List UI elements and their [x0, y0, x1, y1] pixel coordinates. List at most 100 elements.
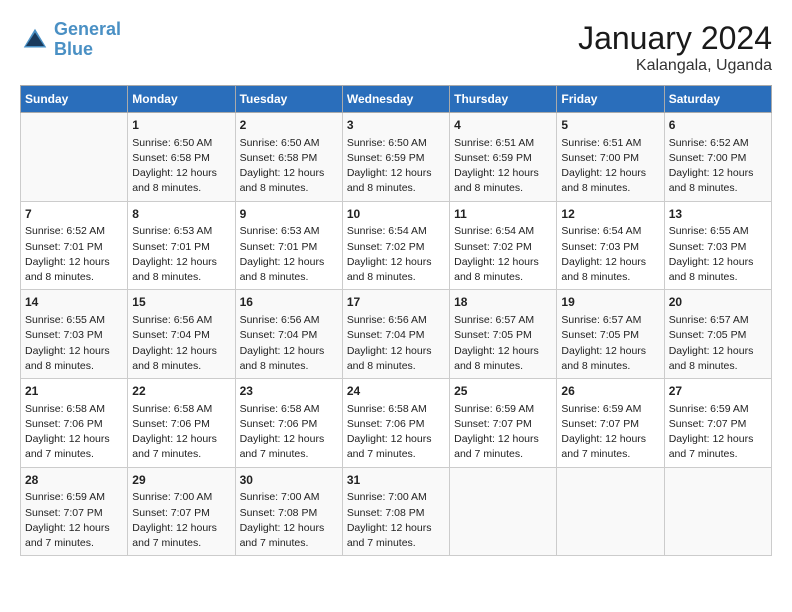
day-info: Sunrise: 6:56 AMSunset: 7:04 PMDaylight:… — [347, 313, 445, 374]
day-info: Sunrise: 6:55 AMSunset: 7:03 PMDaylight:… — [25, 313, 123, 374]
calendar-cell: 5Sunrise: 6:51 AMSunset: 7:00 PMDaylight… — [557, 113, 664, 202]
calendar-cell: 3 Sunrise: 6:50 AMSunset: 6:59 PMDaylight… — [342, 113, 449, 202]
day-info: Sunrise: 6:51 AMSunset: 7:00 PMDaylight:… — [561, 136, 659, 197]
day-info: Sunrise: 6:52 AMSunset: 7:00 PMDaylight:… — [669, 136, 767, 197]
calendar-cell: 9Sunrise: 6:53 AMSunset: 7:01 PMDaylight… — [235, 201, 342, 290]
calendar-cell: 4 Sunrise: 6:51 AMSunset: 6:59 PMDaylight… — [450, 113, 557, 202]
day-number: 7 — [25, 206, 123, 223]
day-info: Sunrise: 6:57 AMSunset: 7:05 PMDaylight:… — [669, 313, 767, 374]
calendar-week-row: 14 Sunrise: 6:55 AMSunset: 7:03 PMDayligh… — [21, 290, 772, 379]
day-info: Sunrise: 6:52 AMSunset: 7:01 PMDaylight:… — [25, 224, 123, 285]
day-info: Sunrise: 7:00 AMSunset: 7:08 PMDaylight:… — [347, 490, 445, 551]
calendar-cell: 26 Sunrise: 6:59 AMSunset: 7:07 PMDayligh… — [557, 379, 664, 468]
day-number: 11 — [454, 206, 552, 223]
calendar-week-row: 1 Sunrise: 6:50 AMSunset: 6:58 PMDaylight… — [21, 113, 772, 202]
day-number: 16 — [240, 294, 338, 311]
day-number: 17 — [347, 294, 445, 311]
calendar-table: SundayMondayTuesdayWednesdayThursdayFrid… — [20, 85, 772, 556]
calendar-week-row: 21 Sunrise: 6:58 AMSunset: 7:06 PMDayligh… — [21, 379, 772, 468]
day-number: 26 — [561, 383, 659, 400]
day-info: Sunrise: 6:58 AMSunset: 7:06 PMDaylight:… — [347, 402, 445, 463]
calendar-cell: 23 Sunrise: 6:58 AMSunset: 7:06 PMDayligh… — [235, 379, 342, 468]
subtitle: Kalangala, Uganda — [578, 57, 772, 75]
calendar-cell: 31Sunrise: 7:00 AMSunset: 7:08 PMDayligh… — [342, 467, 449, 556]
calendar-cell — [557, 467, 664, 556]
day-number: 8 — [132, 206, 230, 223]
day-number: 15 — [132, 294, 230, 311]
day-number: 23 — [240, 383, 338, 400]
calendar-cell — [664, 467, 771, 556]
day-info: Sunrise: 6:56 AMSunset: 7:04 PMDaylight:… — [132, 313, 230, 374]
calendar-cell: 30Sunrise: 7:00 AMSunset: 7:08 PMDayligh… — [235, 467, 342, 556]
calendar-cell: 14 Sunrise: 6:55 AMSunset: 7:03 PMDayligh… — [21, 290, 128, 379]
calendar-cell: 29Sunrise: 7:00 AMSunset: 7:07 PMDayligh… — [128, 467, 235, 556]
day-number: 3 — [347, 117, 445, 134]
day-info: Sunrise: 7:00 AMSunset: 7:08 PMDaylight:… — [240, 490, 338, 551]
day-header-wednesday: Wednesday — [342, 86, 449, 113]
calendar-cell: 16 Sunrise: 6:56 AMSunset: 7:04 PMDayligh… — [235, 290, 342, 379]
logo-text: General Blue — [54, 20, 121, 60]
day-number: 31 — [347, 472, 445, 489]
calendar-cell: 17 Sunrise: 6:56 AMSunset: 7:04 PMDayligh… — [342, 290, 449, 379]
calendar-week-row: 7Sunrise: 6:52 AMSunset: 7:01 PMDaylight… — [21, 201, 772, 290]
day-info: Sunrise: 6:50 AMSunset: 6:58 PMDaylight:… — [132, 136, 230, 197]
day-number: 25 — [454, 383, 552, 400]
day-info: Sunrise: 7:00 AMSunset: 7:07 PMDaylight:… — [132, 490, 230, 551]
day-number: 18 — [454, 294, 552, 311]
day-info: Sunrise: 6:53 AMSunset: 7:01 PMDaylight:… — [240, 224, 338, 285]
calendar-cell: 8Sunrise: 6:53 AMSunset: 7:01 PMDaylight… — [128, 201, 235, 290]
day-info: Sunrise: 6:54 AMSunset: 7:03 PMDaylight:… — [561, 224, 659, 285]
day-info: Sunrise: 6:58 AMSunset: 7:06 PMDaylight:… — [132, 402, 230, 463]
day-info: Sunrise: 6:58 AMSunset: 7:06 PMDaylight:… — [240, 402, 338, 463]
calendar-week-row: 28Sunrise: 6:59 AMSunset: 7:07 PMDayligh… — [21, 467, 772, 556]
day-info: Sunrise: 6:57 AMSunset: 7:05 PMDaylight:… — [561, 313, 659, 374]
logo: General Blue — [20, 20, 121, 60]
calendar-cell: 28Sunrise: 6:59 AMSunset: 7:07 PMDayligh… — [21, 467, 128, 556]
day-number: 14 — [25, 294, 123, 311]
calendar-cell: 15 Sunrise: 6:56 AMSunset: 7:04 PMDayligh… — [128, 290, 235, 379]
day-number: 20 — [669, 294, 767, 311]
day-info: Sunrise: 6:58 AMSunset: 7:06 PMDaylight:… — [25, 402, 123, 463]
calendar-cell: 11Sunrise: 6:54 AMSunset: 7:02 PMDayligh… — [450, 201, 557, 290]
day-info: Sunrise: 6:59 AMSunset: 7:07 PMDaylight:… — [25, 490, 123, 551]
day-info: Sunrise: 6:50 AMSunset: 6:59 PMDaylight:… — [347, 136, 445, 197]
day-number: 19 — [561, 294, 659, 311]
calendar-cell: 20 Sunrise: 6:57 AMSunset: 7:05 PMDayligh… — [664, 290, 771, 379]
page-header: General Blue January 2024 Kalangala, Uga… — [20, 20, 772, 75]
calendar-cell: 19 Sunrise: 6:57 AMSunset: 7:05 PMDayligh… — [557, 290, 664, 379]
day-info: Sunrise: 6:57 AMSunset: 7:05 PMDaylight:… — [454, 313, 552, 374]
calendar-cell: 2 Sunrise: 6:50 AMSunset: 6:58 PMDaylight… — [235, 113, 342, 202]
day-info: Sunrise: 6:56 AMSunset: 7:04 PMDaylight:… — [240, 313, 338, 374]
day-header-tuesday: Tuesday — [235, 86, 342, 113]
calendar-cell: 18 Sunrise: 6:57 AMSunset: 7:05 PMDayligh… — [450, 290, 557, 379]
day-number: 6 — [669, 117, 767, 134]
logo-icon — [20, 25, 50, 55]
day-header-sunday: Sunday — [21, 86, 128, 113]
day-number: 21 — [25, 383, 123, 400]
day-number: 4 — [454, 117, 552, 134]
day-number: 2 — [240, 117, 338, 134]
title-area: January 2024 Kalangala, Uganda — [578, 20, 772, 75]
day-number: 12 — [561, 206, 659, 223]
day-header-saturday: Saturday — [664, 86, 771, 113]
day-info: Sunrise: 6:59 AMSunset: 7:07 PMDaylight:… — [561, 402, 659, 463]
calendar-cell: 25 Sunrise: 6:59 AMSunset: 7:07 PMDayligh… — [450, 379, 557, 468]
day-number: 10 — [347, 206, 445, 223]
day-info: Sunrise: 6:50 AMSunset: 6:58 PMDaylight:… — [240, 136, 338, 197]
day-number: 9 — [240, 206, 338, 223]
day-number: 30 — [240, 472, 338, 489]
day-header-friday: Friday — [557, 86, 664, 113]
calendar-cell: 1 Sunrise: 6:50 AMSunset: 6:58 PMDaylight… — [128, 113, 235, 202]
day-info: Sunrise: 6:53 AMSunset: 7:01 PMDaylight:… — [132, 224, 230, 285]
day-number: 13 — [669, 206, 767, 223]
day-number: 1 — [132, 117, 230, 134]
calendar-cell — [21, 113, 128, 202]
main-title: January 2024 — [578, 20, 772, 57]
day-info: Sunrise: 6:51 AMSunset: 6:59 PMDaylight:… — [454, 136, 552, 197]
day-number: 24 — [347, 383, 445, 400]
day-number: 22 — [132, 383, 230, 400]
calendar-cell — [450, 467, 557, 556]
day-info: Sunrise: 6:59 AMSunset: 7:07 PMDaylight:… — [669, 402, 767, 463]
day-header-monday: Monday — [128, 86, 235, 113]
day-info: Sunrise: 6:59 AMSunset: 7:07 PMDaylight:… — [454, 402, 552, 463]
